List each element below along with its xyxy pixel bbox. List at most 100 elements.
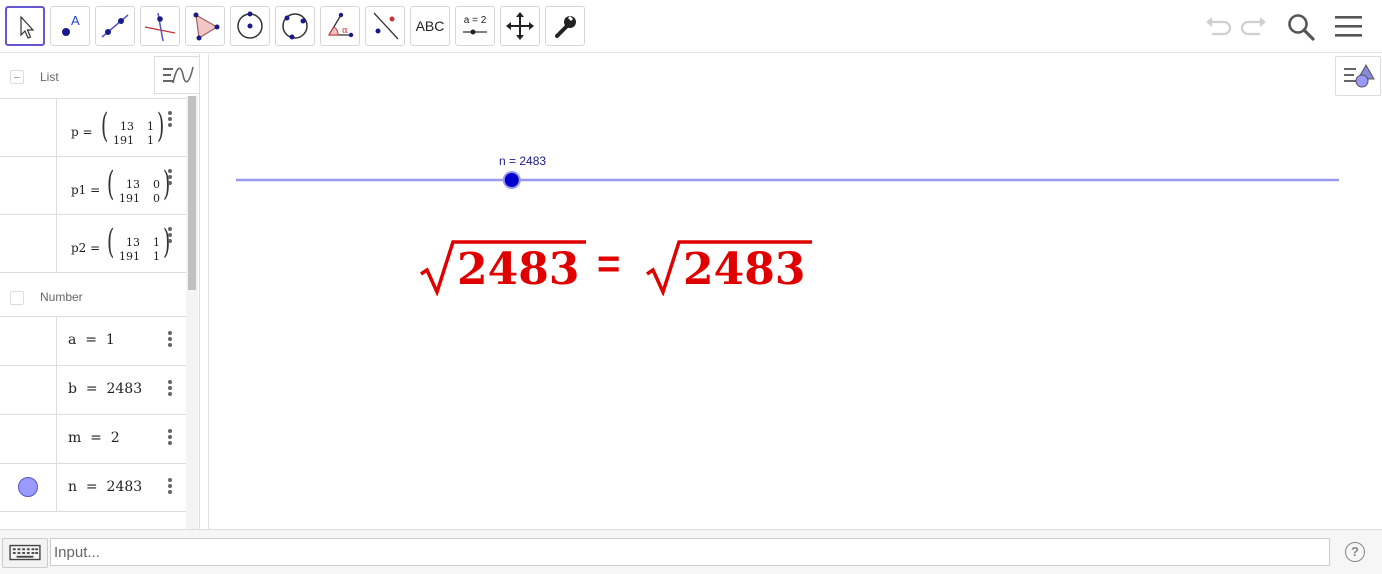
scrollbar-thumb[interactable] <box>188 96 196 290</box>
circle-center-tool-button[interactable] <box>230 6 270 46</box>
arrow-cursor-icon <box>20 15 35 39</box>
circle-center-icon <box>237 11 263 39</box>
search-icon <box>1288 14 1315 41</box>
matrix-cell: 13 <box>120 120 134 133</box>
left-paren: ( <box>106 222 115 262</box>
search-button[interactable] <box>1284 10 1318 44</box>
matrix-cell: 191 <box>113 134 134 147</box>
left-paren: ( <box>106 164 115 204</box>
undo-button[interactable] <box>1200 10 1234 44</box>
more-options-icon[interactable] <box>168 331 174 349</box>
marble-cell <box>0 366 57 414</box>
list-item-p[interactable]: p = ( 13 1 191 1 ) <box>0 98 186 156</box>
graphics-view[interactable]: n = 2483 2483 = 2483 <box>208 54 1382 529</box>
matrix-cell: 1 <box>147 120 154 133</box>
matrix-cell: 1 <box>153 250 160 263</box>
more-options-icon[interactable] <box>168 111 174 129</box>
settings-tool-button[interactable] <box>545 6 585 46</box>
marble-cell <box>0 464 57 511</box>
list-item-b[interactable]: b = 2483 <box>0 365 186 414</box>
algebra-expression[interactable]: m = 2 <box>68 430 120 446</box>
matrix-p1: p1 = ( 13 0 191 0 ) <box>68 163 178 213</box>
matrix-cell: 13 <box>126 178 140 191</box>
algebra-expression[interactable]: a = 1 <box>68 332 115 348</box>
undo-icon <box>1206 17 1232 36</box>
algebra-view: List p = ( 13 1 191 1 ) p1 = ( 13 0 191 … <box>0 54 200 529</box>
algebra-expression[interactable]: n = 2483 <box>68 479 142 495</box>
more-options-icon[interactable] <box>168 227 174 245</box>
angle-tool-label: α <box>342 26 348 36</box>
slider-tool-label: a = 2 <box>464 15 487 26</box>
move-tool-button[interactable] <box>5 6 45 46</box>
reflect-tool-button[interactable] <box>365 6 405 46</box>
list-item-a[interactable]: a = 1 <box>0 316 186 365</box>
matrix-cell: 191 <box>119 192 140 205</box>
hamburger-menu-icon <box>1335 16 1362 37</box>
left-paren: ( <box>100 106 109 146</box>
matrix-p2: p2 = ( 13 1 191 1 ) <box>68 221 178 271</box>
collapse-icon[interactable] <box>10 70 24 84</box>
virtual-keyboard-button[interactable] <box>2 538 48 568</box>
marble-cell <box>0 415 57 463</box>
redo-button[interactable] <box>1238 10 1272 44</box>
input-field[interactable] <box>50 538 1330 566</box>
sqrt-radicand-left: 2483 <box>457 244 580 295</box>
input-bar: ? <box>0 529 1382 574</box>
move-arrows-icon <box>506 12 534 40</box>
matrix-p: p = ( 13 1 191 1 ) <box>68 105 178 155</box>
collapse-icon[interactable] <box>10 291 24 305</box>
matrix-cell: 1 <box>153 236 160 249</box>
line-tool-button[interactable] <box>95 6 135 46</box>
redo-icon <box>1240 17 1266 36</box>
slider-icon: a = 2 <box>463 15 487 35</box>
matrix-cell: 13 <box>126 236 140 249</box>
algebra-style-bar-icon <box>163 66 194 84</box>
equals-sign: = <box>597 242 621 286</box>
algebra-style-bar-button[interactable] <box>154 56 199 94</box>
group-title: Number <box>40 290 83 304</box>
angle-tool-button[interactable]: α <box>320 6 360 46</box>
perpendicular-line-tool-button[interactable] <box>140 6 180 46</box>
more-options-icon[interactable] <box>168 169 174 187</box>
vertical-scrollbar[interactable]: ▼ <box>186 96 198 529</box>
marble-cell <box>0 157 57 214</box>
list-item-m[interactable]: m = 2 <box>0 414 186 463</box>
help-icon[interactable]: ? <box>1345 542 1365 562</box>
slider-tool-button[interactable]: a = 2 <box>455 6 495 46</box>
circle-three-points-icon <box>282 13 308 40</box>
more-options-icon[interactable] <box>168 429 174 447</box>
move-graphics-tool-button[interactable] <box>500 6 540 46</box>
reflect-line-icon <box>373 12 399 40</box>
right-paren: ) <box>156 106 165 146</box>
wrench-icon <box>555 16 576 38</box>
group-header-number[interactable]: Number <box>0 272 186 316</box>
point-tool-label: A <box>71 13 80 28</box>
point-icon: A <box>62 13 80 36</box>
matrix-cell: 191 <box>119 250 140 263</box>
more-options-icon[interactable] <box>168 478 174 496</box>
text-tool-button[interactable]: ABC <box>410 6 450 46</box>
text-icon: ABC <box>415 18 445 34</box>
sqrt-radicand-right: 2483 <box>683 244 806 295</box>
point-tool-button[interactable]: A <box>50 6 90 46</box>
polygon-tool-button[interactable] <box>185 6 225 46</box>
list-item-p1[interactable]: p1 = ( 13 0 191 0 ) <box>0 156 186 214</box>
list-item-p2[interactable]: p2 = ( 13 1 191 1 ) <box>0 214 186 272</box>
matrix-name: p2 = <box>71 241 101 255</box>
list-item-n[interactable]: n = 2483 <box>0 463 186 512</box>
algebra-expression[interactable]: b = 2483 <box>68 381 142 397</box>
marble-cell <box>0 215 57 272</box>
keyboard-icon <box>9 544 41 561</box>
group-title: List <box>40 70 59 84</box>
matrix-cell: 1 <box>147 134 154 147</box>
marble-cell <box>0 317 57 365</box>
slider-point[interactable] <box>502 171 521 189</box>
more-options-icon[interactable] <box>168 380 174 398</box>
polygon-icon <box>193 12 220 41</box>
toolbar: A α ABC a = 2 <box>0 0 1382 53</box>
circle-three-points-tool-button[interactable] <box>275 6 315 46</box>
marble-cell <box>0 99 57 156</box>
matrix-cell: 0 <box>153 192 160 205</box>
visibility-toggle-marble[interactable] <box>18 477 38 497</box>
main-menu-button[interactable] <box>1332 10 1366 44</box>
